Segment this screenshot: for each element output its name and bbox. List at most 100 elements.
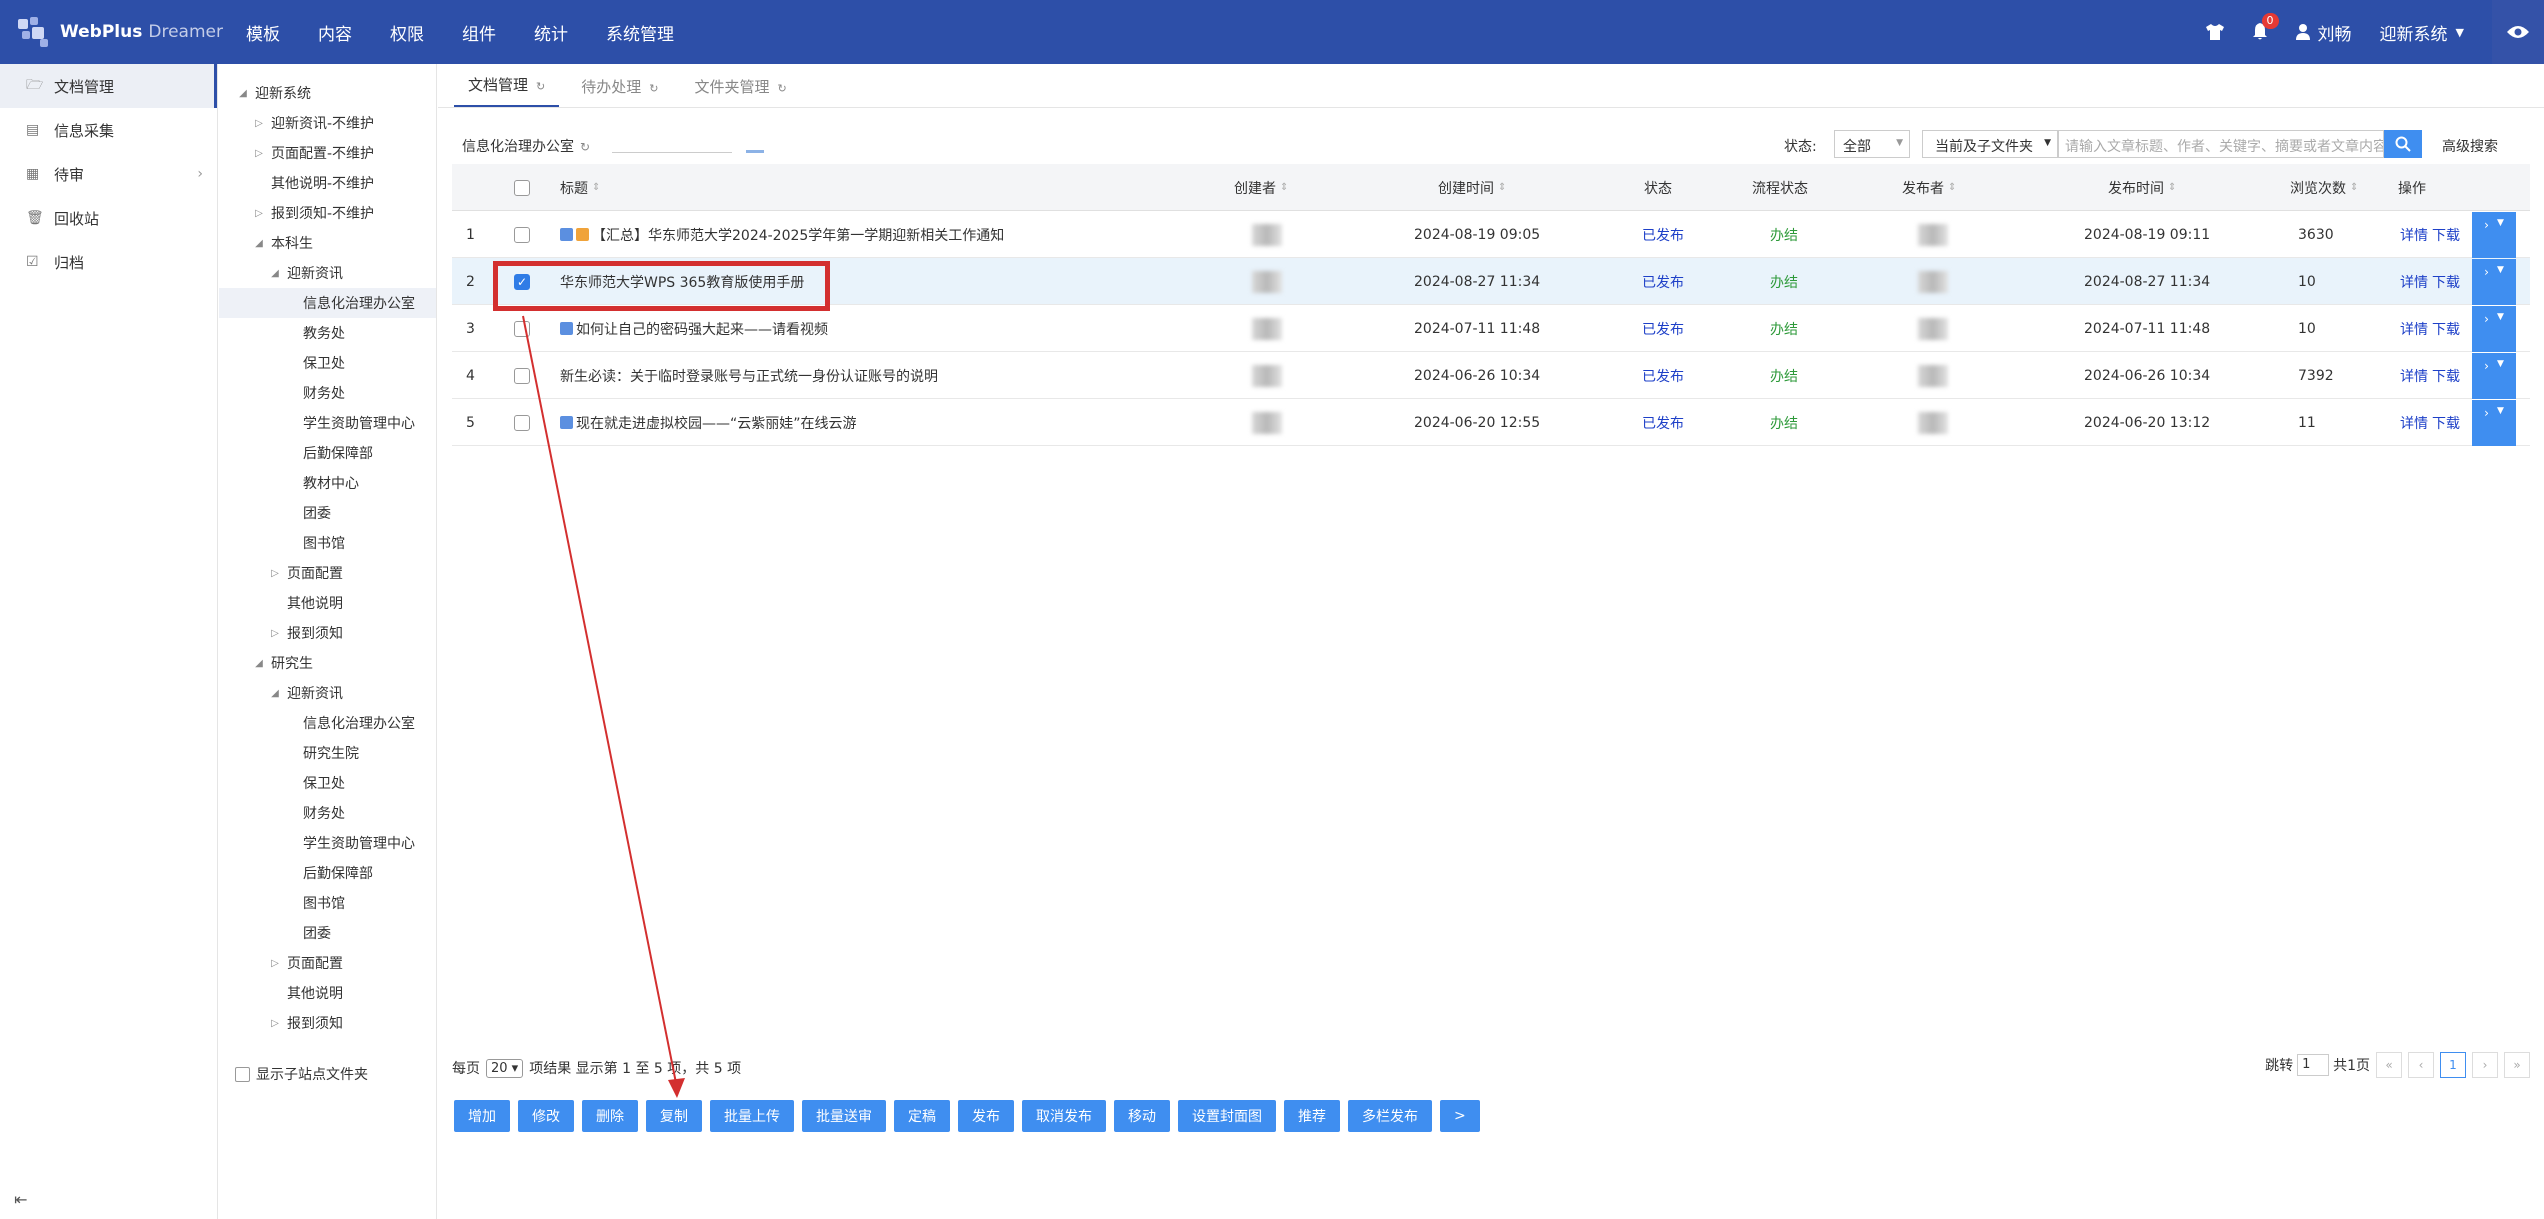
row-checkbox-cell[interactable] [514, 211, 530, 258]
sidebar-item-collection[interactable]: ▤ 信息采集 [0, 108, 217, 152]
nav-template[interactable]: 模板 [246, 20, 280, 45]
refresh-icon[interactable]: ↻ [777, 82, 786, 95]
tree-node[interactable]: 教材中心 [219, 468, 436, 498]
table-row[interactable]: 5 现在就走进虚拟校园——“云紫丽娃”在线云游 2024-06-20 12:55 已发… [452, 399, 2530, 446]
col-publish-time[interactable]: 发布时间 ⇕ [2108, 164, 2176, 211]
col-creator[interactable]: 创建者 ⇕ [1234, 164, 1288, 211]
search-input[interactable]: 请输入文章标题、作者、关键字、摘要或者文章内容 [2058, 130, 2384, 158]
col-title[interactable]: 标题 ⇕ [560, 164, 600, 211]
refresh-icon[interactable]: ↻ [580, 140, 590, 154]
col-created-time[interactable]: 创建时间 ⇕ [1438, 164, 1506, 211]
row-checkbox-cell[interactable] [514, 399, 530, 446]
next-page-button[interactable]: › [2472, 1052, 2498, 1078]
tree-node[interactable]: 教务处 [219, 318, 436, 348]
tree-node[interactable]: 其他说明 [219, 588, 436, 618]
row-checkbox-cell[interactable] [514, 352, 530, 399]
tree-expanded-icon[interactable]: ◢ [251, 658, 267, 669]
status-select[interactable]: 全部 ▼ [1834, 130, 1910, 158]
tab-todo[interactable]: 待办处理 ↻ [567, 76, 672, 107]
title-cell[interactable]: 如何让自己的密码强大起来——请看视频 [560, 305, 828, 352]
last-page-button[interactable]: » [2504, 1052, 2530, 1078]
tree-node[interactable]: ▷ 页面配置-不维护 [219, 138, 436, 168]
recommend-button[interactable]: 推荐 [1284, 1100, 1340, 1132]
row-checkbox[interactable] [514, 367, 530, 384]
copy-button[interactable]: 复制 [646, 1100, 702, 1132]
tree-expanded-icon[interactable]: ◢ [251, 238, 267, 249]
tree-node[interactable]: ▷ 页面配置 [219, 948, 436, 978]
tree-collapsed-icon[interactable]: ▷ [267, 568, 283, 579]
set-cover-button[interactable]: 设置封面图 [1178, 1100, 1276, 1132]
site-switcher[interactable]: 迎新系统 ▼ [2380, 20, 2464, 45]
row-menu-button[interactable]: › ▼ [2472, 399, 2516, 446]
page-button-current[interactable]: 1 [2440, 1052, 2466, 1078]
tree-node[interactable]: ◢ 迎新资讯 [219, 678, 436, 708]
tree-node[interactable]: 图书馆 [219, 528, 436, 558]
title-cell[interactable]: 现在就走进虚拟校园——“云紫丽娃”在线云游 [560, 399, 857, 446]
bell-icon[interactable]: 0 [2252, 13, 2279, 41]
row-menu-button[interactable]: › ▼ [2472, 211, 2516, 258]
refresh-icon[interactable]: ↻ [536, 80, 545, 93]
sidebar-item-review[interactable]: ▦ 待审 › [0, 152, 217, 196]
document-title[interactable]: 【汇总】华东师范大学2024-2025学年第一学期迎新相关工作通知 [592, 225, 1004, 245]
title-cell[interactable]: 新生必读：关于临时登录账号与正式统一身份认证账号的说明 [560, 352, 938, 399]
download-link[interactable]: 下载 [2432, 366, 2460, 386]
page-size-select[interactable]: 20 ▾ [486, 1058, 524, 1078]
multi-column-publish-button[interactable]: 多栏发布 [1348, 1100, 1432, 1132]
col-publisher[interactable]: 发布者 ⇕ [1902, 164, 1956, 211]
tree-node[interactable]: ▷ 报到须知 [219, 1008, 436, 1038]
row-menu-button[interactable]: › ▼ [2472, 258, 2516, 305]
tree-node[interactable]: 保卫处 [219, 768, 436, 798]
tree-collapsed-icon[interactable]: ▷ [251, 148, 267, 159]
batch-submit-button[interactable]: 批量送审 [802, 1100, 886, 1132]
detail-link[interactable]: 详情 [2400, 272, 2428, 292]
row-menu-button[interactable]: › ▼ [2472, 305, 2516, 352]
nav-component[interactable]: 组件 [462, 20, 496, 45]
download-link[interactable]: 下载 [2432, 413, 2460, 433]
tree-node[interactable]: 研究生院 [219, 738, 436, 768]
table-row[interactable]: 3 如何让自己的密码强大起来——请看视频 2024-07-11 11:48 已发布 办结… [452, 305, 2530, 352]
tree-collapsed-icon[interactable]: ▷ [267, 1018, 283, 1029]
tree-node[interactable]: 信息化治理办公室 [219, 288, 436, 318]
table-row[interactable]: 4 新生必读：关于临时登录账号与正式统一身份认证账号的说明 2024-06-26 1… [452, 352, 2530, 399]
tree-expanded-icon[interactable]: ◢ [235, 88, 251, 99]
document-title[interactable]: 如何让自己的密码强大起来——请看视频 [576, 319, 828, 339]
row-checkbox[interactable] [514, 320, 530, 337]
tree-node[interactable]: 保卫处 [219, 348, 436, 378]
tree-node[interactable]: ▷ 迎新资讯-不维护 [219, 108, 436, 138]
tree-node[interactable]: ◢ 迎新系统 [219, 78, 436, 108]
detail-link[interactable]: 详情 [2400, 413, 2428, 433]
tree-node[interactable]: 其他说明 [219, 978, 436, 1008]
logo[interactable]: WebPlus Dreamer [16, 15, 246, 49]
show-subsite-checkbox[interactable] [235, 1066, 250, 1082]
refresh-icon[interactable]: ↻ [649, 82, 658, 95]
show-subsite-toggle[interactable]: 显示子站点文件夹 [235, 1064, 368, 1084]
shirt-icon[interactable] [2205, 24, 2224, 40]
tree-node[interactable]: ◢ 本科生 [219, 228, 436, 258]
table-row[interactable]: 1 【汇总】华东师范大学2024-2025学年第一学期迎新相关工作通知 2024-0… [452, 211, 2530, 258]
col-views[interactable]: 浏览次数 ⇕ [2290, 164, 2358, 211]
delete-button[interactable]: 删除 [582, 1100, 638, 1132]
tree-node[interactable]: 图书馆 [219, 888, 436, 918]
download-link[interactable]: 下载 [2432, 319, 2460, 339]
detail-link[interactable]: 详情 [2400, 225, 2428, 245]
tree-collapsed-icon[interactable]: ▷ [267, 628, 283, 639]
finalize-button[interactable]: 定稿 [894, 1100, 950, 1132]
sidebar-item-trash[interactable]: 🗑 回收站 [0, 196, 217, 240]
jump-input[interactable]: 1 [2297, 1054, 2330, 1076]
user-menu[interactable]: 刘畅 [2295, 20, 2352, 45]
add-button[interactable]: 增加 [454, 1100, 510, 1132]
tree-collapsed-icon[interactable]: ▷ [251, 118, 267, 129]
eye-icon[interactable] [2492, 0, 2544, 64]
prev-page-button[interactable]: ‹ [2408, 1052, 2434, 1078]
nav-content[interactable]: 内容 [318, 20, 352, 45]
nav-permission[interactable]: 权限 [390, 20, 424, 45]
advanced-search-link[interactable]: 高级搜索 [2442, 136, 2498, 156]
detail-link[interactable]: 详情 [2400, 366, 2428, 386]
tree-node[interactable]: 团委 [219, 918, 436, 948]
tree-node[interactable]: 后勤保障部 [219, 858, 436, 888]
document-title[interactable]: 新生必读：关于临时登录账号与正式统一身份认证账号的说明 [560, 366, 938, 386]
tree-node[interactable]: 财务处 [219, 798, 436, 828]
tab-documents[interactable]: 文档管理 ↻ [454, 74, 560, 107]
tree-expanded-icon[interactable]: ◢ [267, 688, 283, 699]
unpublish-button[interactable]: 取消发布 [1022, 1100, 1106, 1132]
